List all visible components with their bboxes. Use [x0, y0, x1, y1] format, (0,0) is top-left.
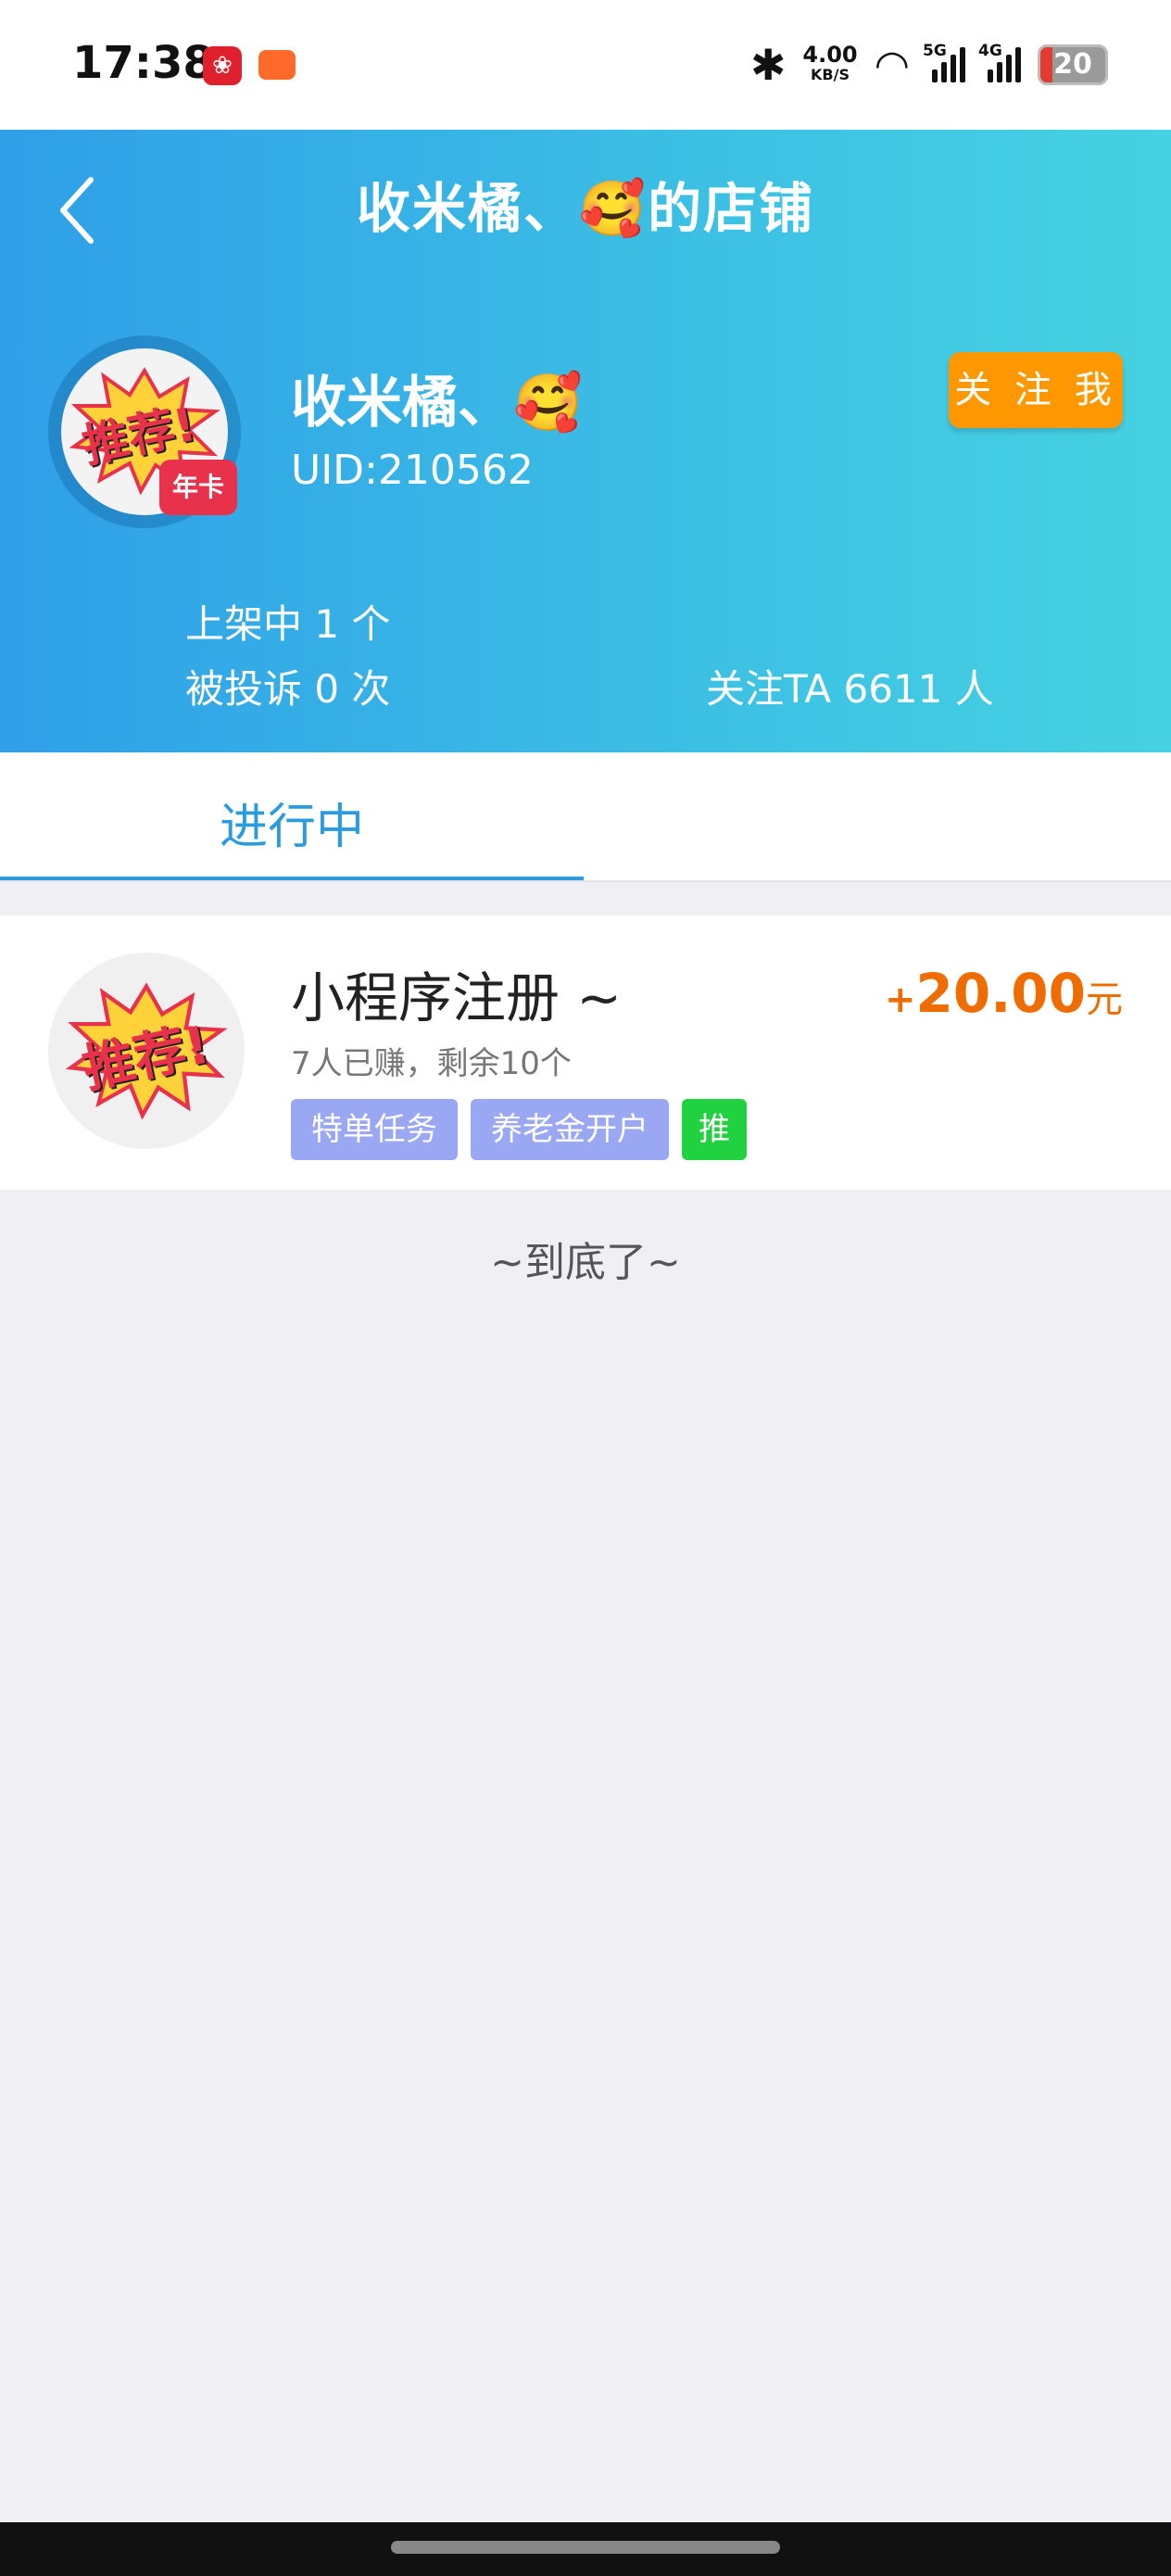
tab-bar: 进行中	[0, 752, 1171, 882]
signal-4g-icon: 4G	[978, 42, 1021, 82]
list-end-text: ~到底了~	[490, 1239, 681, 1286]
tab-active-indicator	[0, 877, 584, 880]
follow-button[interactable]: 关 注 我	[949, 352, 1123, 428]
page-title: 收米橘、🥰的店铺	[356, 177, 815, 240]
task-card[interactable]: 推荐! 小程序注册 ~ +20.00元 7人已赚，剩余10个 特单任务 养老金开…	[0, 915, 1171, 1190]
app-notification-icon: ❀	[203, 46, 242, 85]
battery-icon: 20	[1038, 44, 1108, 85]
follower-count: 关注TA 6611 人	[706, 666, 994, 712]
task-progress: 7人已赚，剩余10个	[291, 1045, 572, 1082]
game-notification-icon	[258, 50, 296, 80]
listed-count: 上架中 1 个	[185, 601, 391, 647]
tag-special-task: 特单任务	[291, 1099, 458, 1160]
shop-name: 收米橘、🥰	[291, 371, 583, 436]
signal-5g-icon: 5G	[923, 42, 965, 82]
bluetooth-icon: ✱	[749, 40, 787, 90]
status-bar: 17:38 ❀ ✱ 4.00 KB/S ◠ 5G 4G 20	[0, 0, 1171, 130]
network-speed: 4.00 KB/S	[802, 42, 858, 83]
shop-header: 收米橘、🥰的店铺 推荐! 年卡 收米橘、🥰 UID:210562 关 注 我 上…	[0, 130, 1171, 752]
task-thumbnail: 推荐!	[48, 953, 245, 1149]
avatar[interactable]: 推荐! 年卡	[61, 348, 237, 515]
user-id: UID:210562	[291, 447, 534, 494]
tab-label: 进行中	[219, 800, 364, 855]
tab-in-progress[interactable]: 进行中	[0, 752, 584, 880]
wifi-icon: ◠	[874, 41, 910, 89]
status-time: 17:38	[72, 37, 214, 89]
task-reward: +20.00元	[885, 962, 1123, 1025]
status-icons: ✱ 4.00 KB/S ◠ 5G 4G 20	[750, 37, 1108, 93]
home-gesture-bar[interactable]	[391, 2541, 780, 2554]
tag-pension-account: 养老金开户	[471, 1099, 669, 1160]
tag-recommend: 推	[682, 1099, 747, 1160]
year-card-badge: 年卡	[159, 460, 237, 515]
complaint-count: 被投诉 0 次	[185, 666, 391, 712]
task-tags: 特单任务 养老金开户 推	[291, 1099, 747, 1160]
task-title: 小程序注册 ~	[291, 966, 623, 1029]
system-nav-bar	[0, 2522, 1171, 2576]
